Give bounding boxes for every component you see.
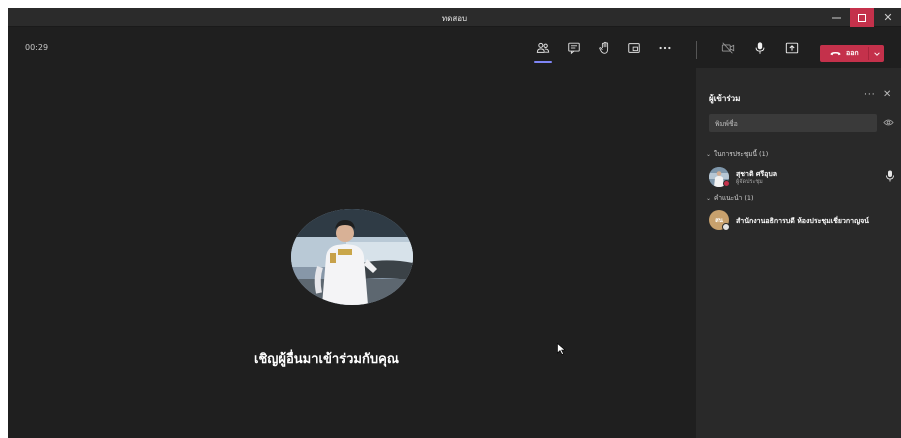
minimize-button[interactable] bbox=[824, 8, 848, 27]
close-icon: ✕ bbox=[883, 11, 893, 24]
toolbar-divider bbox=[696, 41, 697, 59]
share-icon bbox=[785, 42, 799, 54]
mic-icon bbox=[755, 42, 765, 54]
participant-role: ผู้จัดประชุม bbox=[736, 179, 763, 185]
camera-off-icon bbox=[721, 42, 735, 54]
participant-search-input[interactable]: พิมพ์ชื่อ bbox=[709, 114, 877, 132]
participants-panel: ผู้เข้าร่วม ··· ✕ พิมพ์ชื่อ ⌄ ในการประชุม… bbox=[696, 68, 901, 438]
leave-options-button[interactable] bbox=[869, 45, 884, 62]
maximize-icon bbox=[858, 13, 866, 22]
organizer-photo bbox=[291, 209, 413, 305]
rooms-button[interactable] bbox=[622, 37, 646, 59]
window-title: ทดสอบ bbox=[441, 14, 468, 23]
organizer-status-badge bbox=[723, 180, 730, 187]
camera-button[interactable] bbox=[716, 37, 740, 59]
meeting-toolbar: 00:29 ออก bbox=[8, 28, 901, 68]
hang-up-icon bbox=[830, 52, 841, 56]
share-screen-button[interactable] bbox=[780, 37, 804, 59]
minimize-icon bbox=[831, 17, 841, 19]
invite-others-text: เชิญผู้อื่นมาเข้าร่วมกับคุณ bbox=[254, 352, 399, 367]
suggested-participant-row[interactable]: สน สำนักงานอธิการบดี ห้องประชุมเชี่ยวกาญ… bbox=[709, 210, 899, 232]
close-icon: ✕ bbox=[883, 89, 892, 100]
maximize-button[interactable] bbox=[850, 8, 874, 27]
participants-button[interactable] bbox=[531, 37, 555, 63]
share-invite-icon[interactable] bbox=[883, 118, 894, 127]
organizer-avatar bbox=[291, 209, 413, 305]
mic-icon bbox=[886, 170, 894, 182]
more-icon bbox=[659, 46, 671, 50]
more-actions-button[interactable] bbox=[653, 37, 677, 59]
rooms-icon bbox=[628, 43, 640, 53]
chevron-down-icon: ⌄ bbox=[706, 151, 712, 158]
chat-icon bbox=[568, 42, 580, 55]
chat-button[interactable] bbox=[562, 37, 586, 59]
close-window-button[interactable]: ✕ bbox=[876, 8, 900, 27]
chevron-down-icon bbox=[873, 51, 880, 56]
mouse-cursor-icon bbox=[557, 343, 566, 355]
title-bar: ทดสอบ ✕ bbox=[8, 8, 901, 27]
raise-hand-icon bbox=[599, 41, 609, 54]
chevron-down-icon: ⌄ bbox=[706, 195, 712, 202]
panel-title: ผู้เข้าร่วม bbox=[709, 94, 741, 103]
meeting-stage: เชิญผู้อื่นมาเข้าร่วมกับคุณ bbox=[8, 68, 696, 438]
panel-more-button[interactable]: ··· bbox=[864, 90, 876, 100]
section-suggestions[interactable]: ⌄ คำแนะนำ (1) bbox=[706, 193, 754, 203]
leave-main-button[interactable]: ออก bbox=[820, 45, 868, 62]
leave-button[interactable]: ออก bbox=[820, 45, 884, 62]
section-in-meeting[interactable]: ⌄ ในการประชุมนี้ (1) bbox=[706, 149, 768, 159]
suggested-participant-name: สำนักงานอธิการบดี ห้องประชุมเชี่ยวกาญจน์ bbox=[736, 217, 869, 225]
teams-window: ทดสอบ ✕ 00:29 ออก เชิญผู้อื่นมาเข้าร่วมก… bbox=[8, 8, 901, 438]
raise-hand-button[interactable] bbox=[593, 37, 617, 59]
panel-close-button[interactable]: ✕ bbox=[883, 89, 891, 100]
participants-icon bbox=[536, 42, 550, 53]
microphone-button[interactable] bbox=[748, 37, 772, 59]
presence-badge bbox=[722, 223, 730, 231]
leave-label: ออก bbox=[846, 49, 859, 57]
section-suggestions-label: คำแนะนำ (1) bbox=[714, 194, 754, 202]
call-timer: 00:29 bbox=[25, 43, 49, 52]
participant-row[interactable]: สุชาติ ศรีอุบล ผู้จัดประชุม bbox=[709, 167, 899, 189]
section-in-meeting-label: ในการประชุมนี้ (1) bbox=[714, 150, 769, 158]
